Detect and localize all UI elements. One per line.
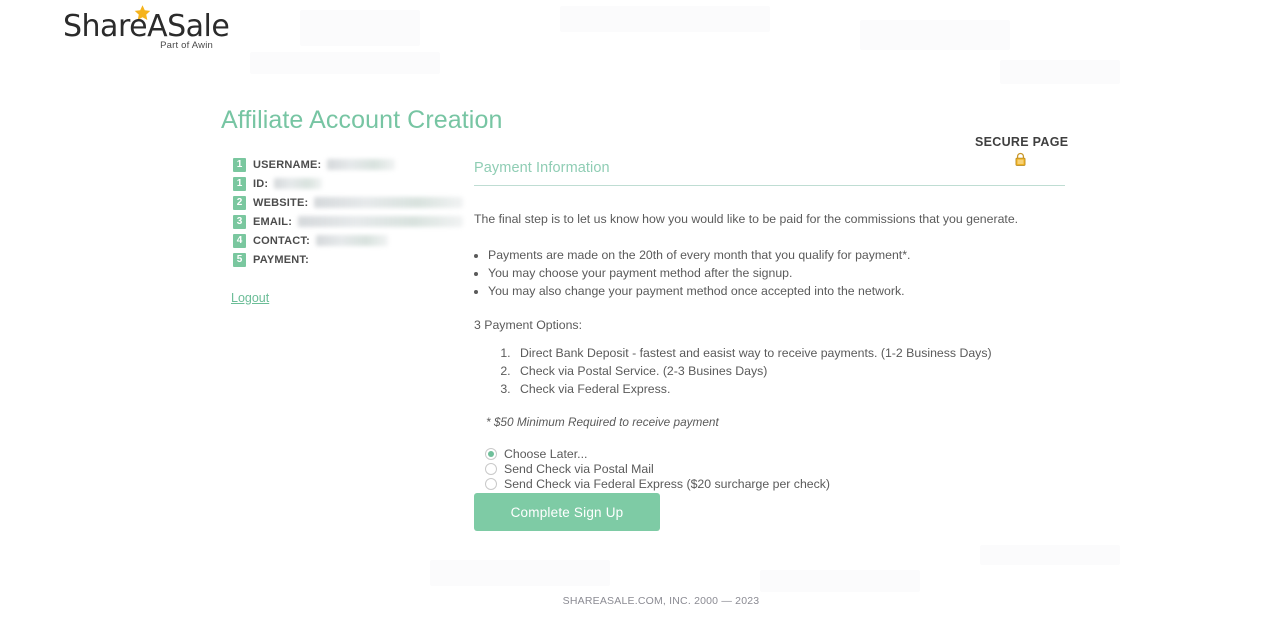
step-row-email: 3 EMAIL: <box>233 212 463 231</box>
radio-button-icon[interactable] <box>485 447 497 460</box>
background-artifact <box>760 570 920 592</box>
step-number-badge: 1 <box>233 157 246 172</box>
list-item: You may choose your payment method after… <box>488 266 1065 281</box>
radio-button-icon[interactable] <box>485 477 497 490</box>
radio-button-icon[interactable] <box>485 462 497 475</box>
radio-option-label: Send Check via Federal Express ($20 surc… <box>504 476 831 491</box>
payment-facts-list: Payments are made on the 20th of every m… <box>474 248 1065 299</box>
step-label: USERNAME: <box>253 158 322 171</box>
page-footer: SHAREASALE.COM, INC. 2000 — 2023 <box>0 595 1280 607</box>
page-header: ShareASale Part of Awin <box>0 0 1280 58</box>
step-number-badge: 3 <box>233 214 246 229</box>
panel-heading: Payment Information <box>474 160 610 176</box>
step-number-badge: 2 <box>233 195 246 210</box>
step-number-badge: 1 <box>233 176 246 191</box>
panel-intro-text: The final step is to let us know how you… <box>474 212 1019 226</box>
redacted-value <box>314 197 463 208</box>
step-number-badge: 5 <box>233 252 246 267</box>
logo-tagline: Part of Awin <box>160 40 213 51</box>
list-item: Check via Federal Express. <box>514 382 1065 397</box>
redacted-value <box>274 178 323 189</box>
logo-wordmark: ShareASale <box>63 9 230 44</box>
shareasale-logo[interactable]: ShareASale Part of Awin <box>63 2 230 54</box>
logout-link[interactable]: Logout <box>231 291 269 305</box>
radio-option-choose-later[interactable]: Choose Later... <box>485 446 1065 461</box>
payment-options-list: Direct Bank Deposit - fastest and easist… <box>474 346 1065 397</box>
step-row-id: 1 ID: <box>233 174 463 193</box>
list-item: You may also change your payment method … <box>488 284 1065 299</box>
complete-signup-button[interactable]: Complete Sign Up <box>474 493 660 531</box>
step-row-contact: 4 CONTACT: <box>233 231 463 250</box>
list-item: Payments are made on the 20th of every m… <box>488 248 1065 263</box>
radio-option-postal-mail[interactable]: Send Check via Postal Mail <box>485 461 1065 476</box>
redacted-value <box>298 216 463 227</box>
list-item: Check via Postal Service. (2-3 Busines D… <box>514 364 1065 379</box>
radio-option-label: Send Check via Postal Mail <box>504 461 654 476</box>
redacted-value <box>316 235 388 246</box>
radio-option-label: Choose Later... <box>504 446 588 461</box>
step-row-username: 1 USERNAME: <box>233 155 463 174</box>
step-label: PAYMENT: <box>253 253 309 266</box>
background-artifact <box>1000 60 1120 84</box>
step-number-badge: 4 <box>233 233 246 248</box>
footer-copyright: SHAREASALE.COM, INC. 2000 — 2023 <box>562 595 760 607</box>
secure-page-label: SECURE PAGE <box>975 135 1069 149</box>
signup-steps-list: 1 USERNAME: 1 ID: 2 WEBSITE: 3 EMAIL: 4 … <box>233 155 463 269</box>
step-label: CONTACT: <box>253 234 310 247</box>
payment-options-heading: 3 Payment Options: <box>474 318 582 333</box>
step-row-website: 2 WEBSITE: <box>233 193 463 212</box>
step-row-payment: 5 PAYMENT: <box>233 250 463 269</box>
list-item: Direct Bank Deposit - fastest and easist… <box>514 346 1065 361</box>
minimum-payment-note: * $50 Minimum Required to receive paymen… <box>486 415 719 430</box>
background-artifact <box>980 545 1120 565</box>
background-artifact <box>430 560 610 586</box>
panel-divider <box>474 185 1065 186</box>
step-label: EMAIL: <box>253 215 293 228</box>
redacted-value <box>327 159 396 170</box>
step-label: ID: <box>253 177 269 190</box>
payment-information-panel: Payment Information The final step is to… <box>474 160 1065 506</box>
page-title: Affiliate Account Creation <box>221 106 503 134</box>
radio-option-federal-express[interactable]: Send Check via Federal Express ($20 surc… <box>485 476 1065 491</box>
step-label: WEBSITE: <box>253 196 309 209</box>
